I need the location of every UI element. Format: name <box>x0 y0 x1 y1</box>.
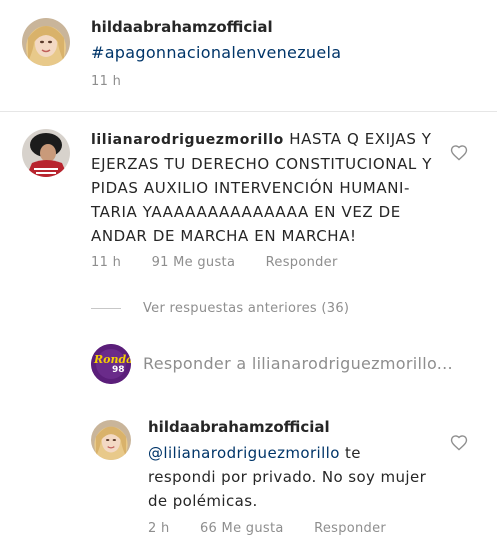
reply-mention-link[interactable]: @lilianarodriguezmorillo <box>148 444 340 462</box>
reply-timestamp: 2 h <box>148 521 170 536</box>
comment-reply-button[interactable]: Responder <box>266 255 338 270</box>
comment-text-line-3: PIDAS AUXILIO INTERVENCIÓN HUMANI- <box>91 179 411 197</box>
reply-text-line-1: te <box>339 444 361 462</box>
comment-like-heart-icon[interactable] <box>450 144 468 161</box>
replies-divider-line <box>91 308 121 309</box>
post-author-avatar[interactable] <box>22 18 70 66</box>
comment-text-line-4: TARIA YAAAAAAAAAAAAAA EN VEZ DE <box>91 203 401 221</box>
comment-text-line-5: ANDAR DE MARCHA EN MARCHA! <box>91 227 357 245</box>
reply-author-username[interactable]: hildaabrahamzofficial <box>148 418 330 436</box>
post-author-username[interactable]: hildaabrahamzofficial <box>91 18 273 36</box>
view-previous-replies-label[interactable]: Ver respuestas anteriores (36) <box>143 301 349 316</box>
comment-timestamp: 11 h <box>91 255 122 270</box>
commenter-username[interactable]: lilianarodriguezmorillo <box>91 132 284 148</box>
reply-likes-count[interactable]: 66 Me gusta <box>200 521 284 536</box>
reply-author-avatar[interactable] <box>91 420 131 460</box>
comment-likes-count[interactable]: 91 Me gusta <box>152 255 236 270</box>
reply-meta-row: 2 h 66 Me gusta Responder <box>148 521 412 536</box>
reply-text-line-3: de polémicas. <box>148 492 258 510</box>
post-hashtag[interactable]: #apagonnacionalenvenezuela <box>91 43 341 62</box>
reply-body: @lilianarodriguezmorillo te respondi por… <box>148 441 448 513</box>
view-previous-replies[interactable]: Ver respuestas anteriores (36) <box>91 301 349 316</box>
comment-body: lilianarodriguezmorillo HASTA Q EXIJAS Y… <box>91 127 451 248</box>
reply-like-heart-icon[interactable] <box>450 434 468 451</box>
comment-meta-row: 11 h 91 Me gusta Responder <box>91 255 364 270</box>
comment-text-line-1: HASTA Q EXIJAS Y <box>289 130 432 148</box>
post-timestamp: 11 h <box>91 74 122 89</box>
reply-input[interactable]: Responder a lilianarodriguezmorillo... <box>143 354 453 373</box>
comment-text-line-2: EJERZAS TU DERECHO CONSTITUCIONAL Y <box>91 155 433 173</box>
commenter-avatar[interactable] <box>22 129 70 177</box>
reply-reply-button[interactable]: Responder <box>314 521 386 536</box>
divider <box>0 111 497 112</box>
reply-text-line-2: respondi por privado. No soy mujer <box>148 468 427 486</box>
ronda-logo-number: 98 <box>112 365 125 375</box>
current-user-avatar: Ronda 98 <box>91 344 131 384</box>
